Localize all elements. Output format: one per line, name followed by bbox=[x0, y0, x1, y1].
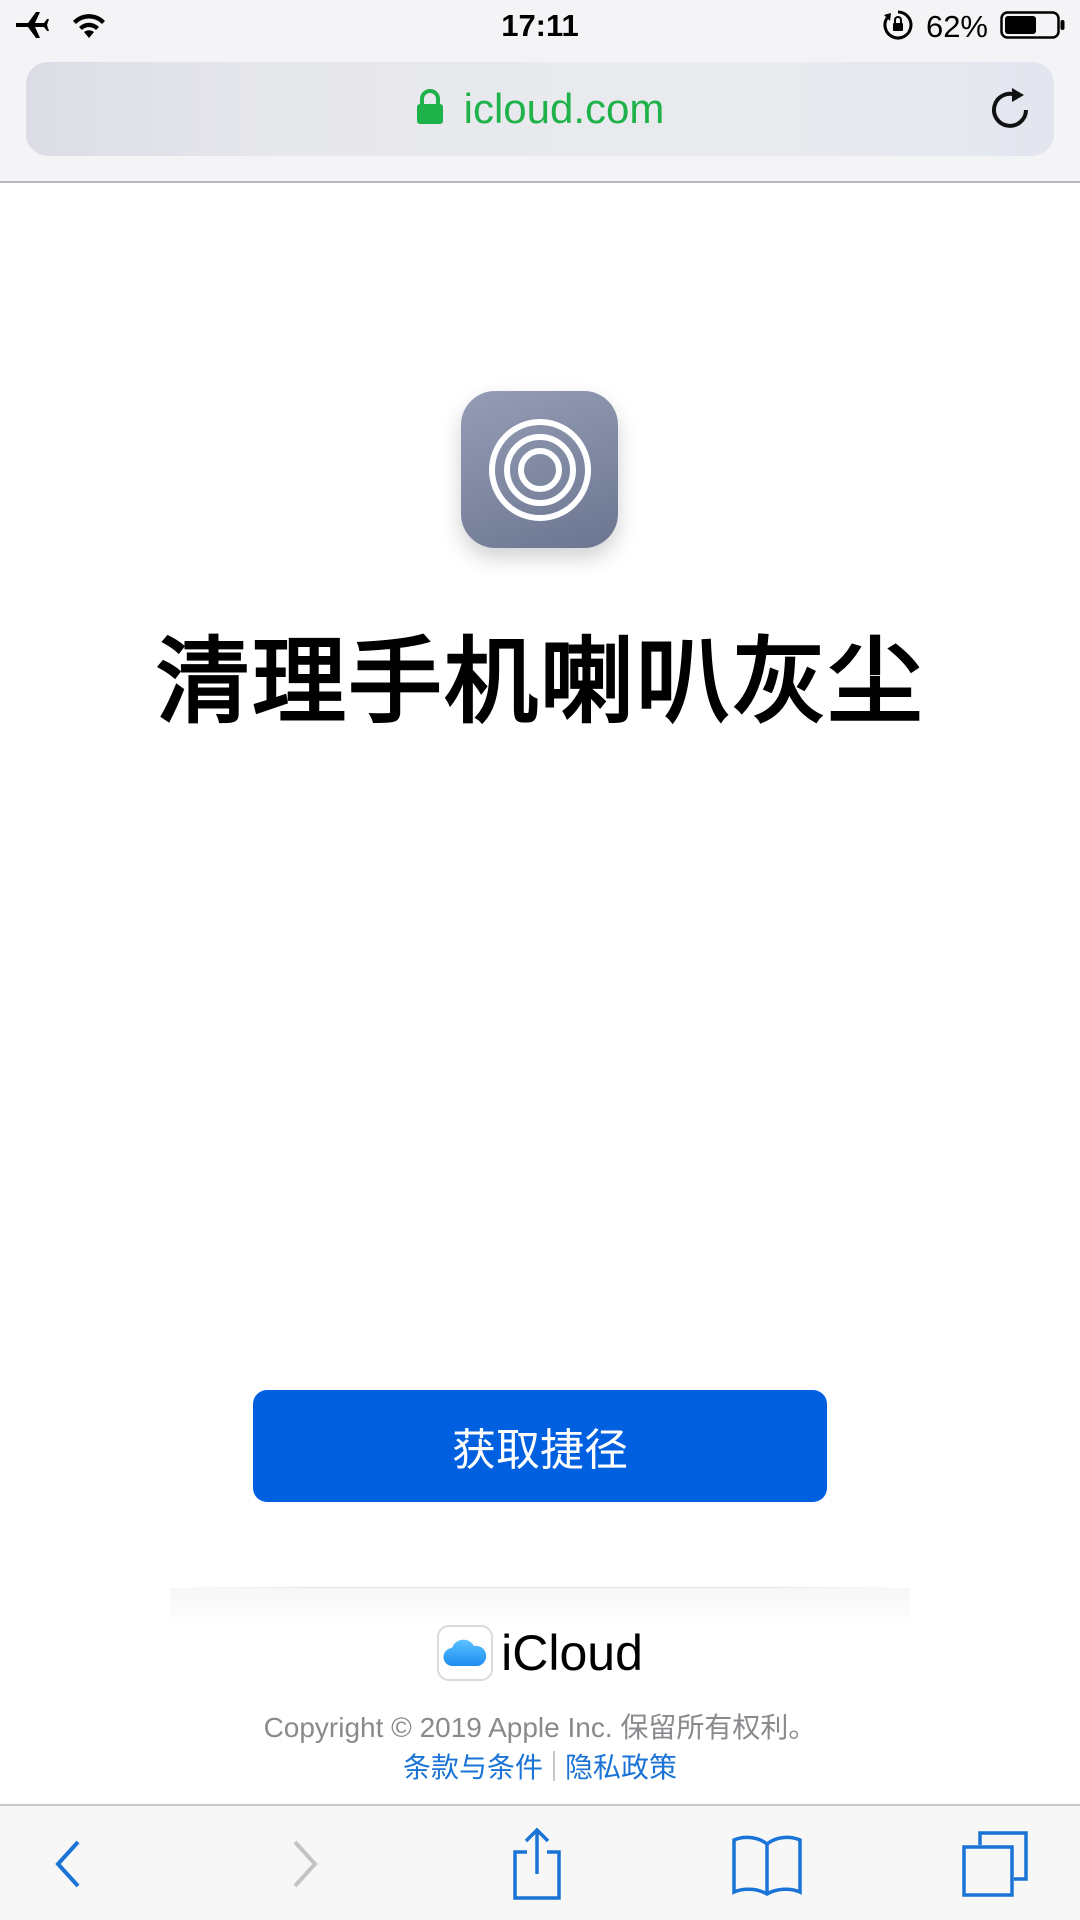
back-icon[interactable] bbox=[28, 1826, 108, 1902]
share-icon[interactable] bbox=[497, 1826, 577, 1902]
address-bar-area: icloud.com bbox=[0, 52, 1080, 183]
shortcut-rings-icon bbox=[461, 391, 618, 548]
get-shortcut-button[interactable]: 获取捷径 bbox=[253, 1390, 827, 1502]
link-separator bbox=[553, 1751, 555, 1781]
lock-icon bbox=[416, 88, 444, 130]
address-bar[interactable]: icloud.com bbox=[26, 62, 1054, 156]
page-title: 清理手机喇叭灰尘 bbox=[155, 629, 924, 734]
forward-icon[interactable] bbox=[265, 1826, 345, 1902]
safari-screen: 17:11 62% icloud.com 清理手机喇叭灰尘 获取捷径 iClou… bbox=[0, 0, 1080, 1920]
status-right: 62% bbox=[882, 9, 1066, 46]
copyright-text: Copyright © 2019 Apple Inc. 保留所有权利。 bbox=[263, 1712, 817, 1743]
bookmarks-icon[interactable] bbox=[727, 1826, 807, 1902]
icloud-cloud-icon bbox=[437, 1625, 494, 1681]
footer-shade bbox=[170, 1588, 910, 1628]
url-display[interactable]: icloud.com bbox=[26, 62, 1054, 156]
battery-icon bbox=[1000, 10, 1066, 45]
icloud-logo: iCloud bbox=[0, 1624, 1080, 1682]
status-bar: 17:11 62% bbox=[0, 0, 1080, 52]
reload-icon[interactable] bbox=[990, 86, 1034, 132]
privacy-link[interactable]: 隐私政策 bbox=[565, 1746, 677, 1786]
battery-percent: 62% bbox=[925, 9, 988, 44]
orientation-lock-icon bbox=[882, 9, 914, 46]
icloud-wordmark: iCloud bbox=[501, 1625, 643, 1681]
url-domain: icloud.com bbox=[463, 85, 665, 132]
tabs-icon[interactable] bbox=[955, 1826, 1035, 1902]
terms-link[interactable]: 条款与条件 bbox=[403, 1746, 543, 1786]
footer-links: 条款与条件 隐私政策 bbox=[0, 1746, 1080, 1786]
bottom-toolbar bbox=[0, 1804, 1080, 1920]
